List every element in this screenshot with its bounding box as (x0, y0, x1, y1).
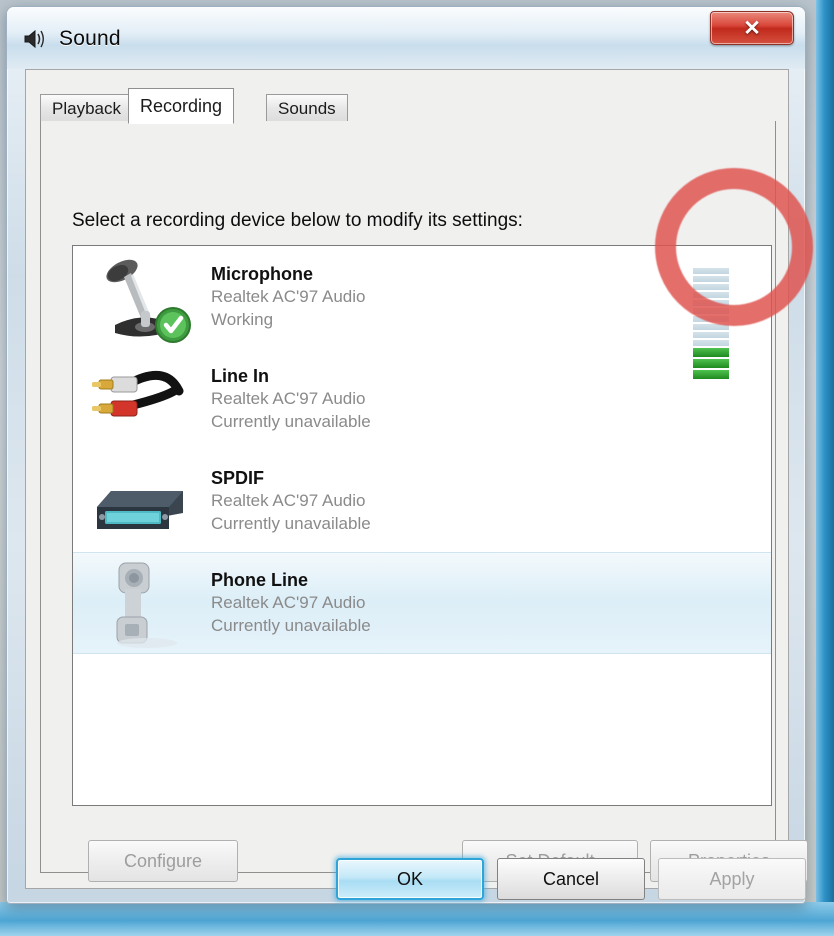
tab-playback-label: Playback (52, 98, 121, 118)
tab-recording-label: Recording (140, 95, 223, 116)
tab-playback[interactable]: Playback (40, 94, 133, 122)
title-bar: Sound ✕ (7, 7, 805, 69)
meter-segment (693, 284, 729, 290)
device-text-phone-line: Phone Line Realtek AC'97 Audio Currently… (211, 569, 371, 638)
device-status: Currently unavailable (211, 513, 371, 533)
device-driver: Realtek AC'97 Audio (211, 389, 366, 409)
device-row-spdif[interactable]: SPDIF Realtek AC'97 Audio Currently unav… (73, 450, 771, 552)
meter-segment (693, 292, 729, 298)
device-status: Working (211, 309, 274, 329)
device-row-microphone[interactable]: Microphone Realtek AC'97 Audio Working (73, 246, 771, 379)
speaker-icon (21, 27, 47, 51)
sound-dialog-window: Sound ✕ Playback Recording Sounds Select… (6, 6, 808, 904)
configure-button-label: Configure (123, 850, 203, 871)
device-text-line-in: Line In Realtek AC'97 Audio Currently un… (211, 365, 371, 434)
ok-button[interactable]: OK (336, 858, 484, 900)
device-driver: Realtek AC'97 Audio (211, 491, 366, 511)
telephone-handset-icon (87, 555, 199, 651)
desktop-edge-bottom (0, 902, 834, 936)
rca-cable-icon (87, 351, 199, 447)
device-text-spdif: SPDIF Realtek AC'97 Audio Currently unav… (211, 467, 371, 536)
cancel-button[interactable]: Cancel (497, 858, 645, 900)
cancel-button-label: Cancel (542, 868, 600, 889)
meter-segment (693, 332, 729, 338)
device-name: Phone Line (211, 569, 309, 590)
recording-device-list[interactable]: Microphone Realtek AC'97 Audio Working L… (72, 245, 772, 806)
device-driver: Realtek AC'97 Audio (211, 593, 366, 613)
tab-recording[interactable]: Recording (128, 88, 235, 124)
device-driver: Realtek AC'97 Audio (211, 287, 366, 307)
microphone-icon (87, 249, 199, 345)
meter-segment (693, 316, 729, 322)
instruction-text: Select a recording device below to modif… (72, 210, 523, 231)
apply-button[interactable]: Apply (658, 858, 806, 900)
configure-button[interactable]: Configure (88, 840, 238, 882)
device-name: SPDIF (211, 467, 265, 488)
tab-sounds[interactable]: Sounds (266, 94, 348, 122)
apply-button-label: Apply (709, 868, 755, 889)
device-name: Line In (211, 365, 269, 386)
close-button[interactable]: ✕ (710, 11, 794, 45)
ok-button-label: OK (396, 868, 423, 889)
spdif-device-icon (87, 453, 199, 549)
desktop-edge-right (816, 0, 834, 936)
device-row-line-in[interactable]: Line In Realtek AC'97 Audio Currently un… (73, 348, 771, 450)
device-row-phone-line[interactable]: Phone Line Realtek AC'97 Audio Currently… (73, 552, 771, 654)
tab-sounds-label: Sounds (278, 98, 336, 118)
device-name: Microphone (211, 263, 313, 284)
meter-segment (693, 300, 729, 306)
meter-segment (693, 340, 729, 346)
tab-strip: Playback Recording Sounds (40, 88, 776, 124)
meter-segment (693, 324, 729, 330)
dialog-client-area: Playback Recording Sounds Select a recor… (25, 69, 808, 889)
meter-segment (693, 308, 729, 314)
device-status: Currently unavailable (211, 615, 371, 635)
meter-segment (693, 268, 729, 274)
device-text-microphone: Microphone Realtek AC'97 Audio Working (211, 263, 365, 332)
meter-segment (693, 276, 729, 282)
window-title: Sound (59, 27, 121, 50)
device-status: Currently unavailable (211, 411, 371, 431)
close-icon: ✕ (743, 16, 761, 40)
